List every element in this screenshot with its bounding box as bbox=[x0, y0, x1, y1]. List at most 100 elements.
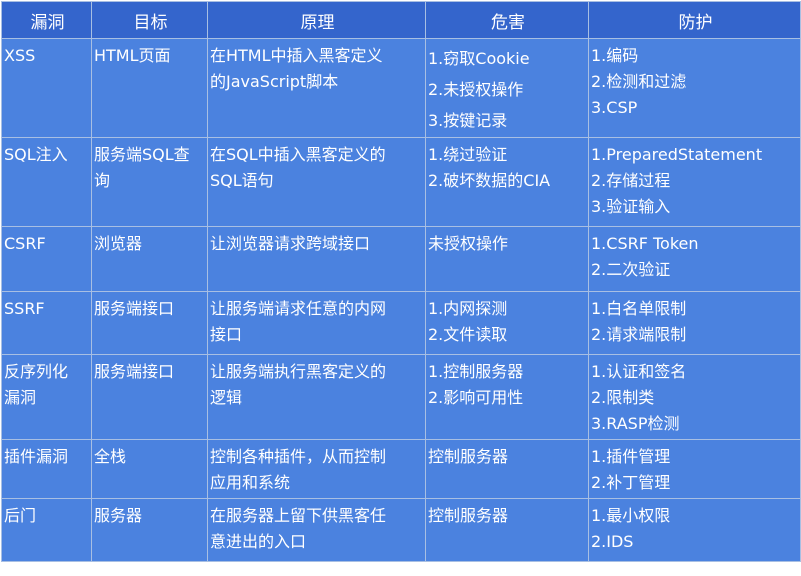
cell-principle: 在SQL中插入黑客定义的 SQL语句 bbox=[207, 137, 426, 227]
cell-line: 让服务端执行黑客定义的 bbox=[210, 362, 387, 381]
cell-target: HTML页面 bbox=[91, 38, 208, 138]
cell-line: XSS bbox=[4, 46, 36, 65]
cell-line: 2.未授权操作 bbox=[428, 80, 524, 99]
cell-line: 插件漏洞 bbox=[4, 447, 69, 466]
table-row: 反序列化 漏洞 服务端接口 让服务端执行黑客定义的 逻辑 1.控制服务器 2.影… bbox=[1, 354, 801, 440]
cell-principle: 在HTML中插入黑客定义 的JavaScript脚本 bbox=[207, 38, 426, 138]
cell-vuln: 后门 bbox=[1, 498, 92, 562]
cell-defense: 1.CSRF Token 2.二次验证 bbox=[588, 226, 801, 292]
cell-principle: 控制各种插件，从而控制 应用和系统 bbox=[207, 439, 426, 499]
cell-line: 服务器 bbox=[94, 506, 143, 525]
cell-harm: 控制服务器 bbox=[425, 439, 589, 499]
cell-line: 1.最小权限 bbox=[591, 506, 671, 525]
cell-target: 服务器 bbox=[91, 498, 208, 562]
cell-line: 2.文件读取 bbox=[428, 325, 508, 344]
cell-line: 逻辑 bbox=[210, 388, 243, 407]
cell-principle: 让浏览器请求跨域接口 bbox=[207, 226, 426, 292]
cell-line: 在服务器上留下供黑客任 bbox=[210, 506, 387, 525]
cell-line: 服务端SQL查 bbox=[94, 145, 190, 164]
vulnerability-table: 漏洞 目标 原理 危害 防护 XSS HTML页面 在HTML中插入黑客定义 的… bbox=[1, 1, 801, 562]
cell-defense: 1.最小权限 2.IDS bbox=[588, 498, 801, 562]
header-harm: 危害 bbox=[425, 1, 589, 39]
cell-line: 询 bbox=[94, 171, 111, 190]
cell-line: 1.编码 bbox=[591, 46, 639, 65]
cell-line: 2.限制类 bbox=[591, 388, 655, 407]
cell-defense: 1.认证和签名 2.限制类 3.RASP检测 bbox=[588, 354, 801, 440]
cell-line: 1.内网探测 bbox=[428, 299, 508, 318]
cell-line: CSRF bbox=[4, 234, 46, 253]
cell-line: 2.影响可用性 bbox=[428, 388, 524, 407]
cell-target: 服务端接口 bbox=[91, 291, 208, 355]
cell-line: SSRF bbox=[4, 299, 45, 318]
cell-line: 1.白名单限制 bbox=[591, 299, 687, 318]
header-principle: 原理 bbox=[207, 1, 426, 39]
page: 漏洞 目标 原理 危害 防护 XSS HTML页面 在HTML中插入黑客定义 的… bbox=[0, 0, 801, 576]
cell-line: 2.存储过程 bbox=[591, 171, 671, 190]
cell-harm: 1.内网探测 2.文件读取 bbox=[425, 291, 589, 355]
cell-line: 3.RASP检测 bbox=[591, 414, 680, 433]
cell-line: 控制各种插件，从而控制 bbox=[210, 447, 387, 466]
cell-line: 的JavaScript脚本 bbox=[210, 72, 339, 91]
header-defense: 防护 bbox=[588, 1, 801, 39]
table-row: 后门 服务器 在服务器上留下供黑客任 意进出的入口 控制服务器 1.最小权限 2… bbox=[1, 498, 801, 562]
cell-line: 1.认证和签名 bbox=[591, 362, 687, 381]
cell-harm: 未授权操作 bbox=[425, 226, 589, 292]
cell-line: 在HTML中插入黑客定义 bbox=[210, 46, 383, 65]
cell-target: 服务端接口 bbox=[91, 354, 208, 440]
cell-defense: 1.PreparedStatement 2.存储过程 3.验证输入 bbox=[588, 137, 801, 227]
cell-line: 控制服务器 bbox=[428, 447, 509, 466]
cell-line: 1.窃取Cookie bbox=[428, 49, 530, 68]
cell-line: 3.CSP bbox=[591, 98, 638, 117]
header-vuln: 漏洞 bbox=[1, 1, 92, 39]
cell-principle: 让服务端执行黑客定义的 逻辑 bbox=[207, 354, 426, 440]
cell-line: 2.请求端限制 bbox=[591, 325, 687, 344]
cell-defense: 1.编码 2.检测和过滤 3.CSP bbox=[588, 38, 801, 138]
cell-harm: 1.控制服务器 2.影响可用性 bbox=[425, 354, 589, 440]
cell-line: 后门 bbox=[4, 506, 37, 525]
table-row: 插件漏洞 全栈 控制各种插件，从而控制 应用和系统 控制服务器 1.插件管理 2… bbox=[1, 439, 801, 499]
cell-line: 接口 bbox=[210, 325, 243, 344]
cell-line: HTML页面 bbox=[94, 46, 171, 65]
cell-line: 1.CSRF Token bbox=[591, 234, 699, 253]
cell-vuln: CSRF bbox=[1, 226, 92, 292]
cell-line: 服务端接口 bbox=[94, 299, 175, 318]
cell-line: 让服务端请求任意的内网 bbox=[210, 299, 387, 318]
cell-line: 3.按键记录 bbox=[428, 111, 508, 130]
table-row: XSS HTML页面 在HTML中插入黑客定义 的JavaScript脚本 1.… bbox=[1, 38, 801, 138]
cell-vuln: SSRF bbox=[1, 291, 92, 355]
cell-line: 3.验证输入 bbox=[591, 197, 671, 216]
table-row: SSRF 服务端接口 让服务端请求任意的内网 接口 1.内网探测 2.文件读取 … bbox=[1, 291, 801, 355]
cell-line: 浏览器 bbox=[94, 234, 143, 253]
cell-line: 让浏览器请求跨域接口 bbox=[210, 234, 371, 253]
table-row: CSRF 浏览器 让浏览器请求跨域接口 未授权操作 1.CSRF Token 2… bbox=[1, 226, 801, 292]
cell-line: 控制服务器 bbox=[428, 506, 509, 525]
cell-line: SQL语句 bbox=[210, 171, 274, 190]
cell-line: 意进出的入口 bbox=[210, 532, 307, 551]
cell-line: 2.IDS bbox=[591, 532, 634, 551]
cell-defense: 1.白名单限制 2.请求端限制 bbox=[588, 291, 801, 355]
cell-vuln: SQL注入 bbox=[1, 137, 92, 227]
cell-line: 反序列化 bbox=[4, 362, 69, 381]
cell-target: 服务端SQL查 询 bbox=[91, 137, 208, 227]
cell-line: 1.绕过验证 bbox=[428, 145, 508, 164]
cell-line: 1.控制服务器 bbox=[428, 362, 524, 381]
cell-harm: 控制服务器 bbox=[425, 498, 589, 562]
cell-line: 服务端接口 bbox=[94, 362, 175, 381]
table-row: SQL注入 服务端SQL查 询 在SQL中插入黑客定义的 SQL语句 1.绕过验… bbox=[1, 137, 801, 227]
cell-defense: 1.插件管理 2.补丁管理 bbox=[588, 439, 801, 499]
cell-vuln: XSS bbox=[1, 38, 92, 138]
cell-line: 2.二次验证 bbox=[591, 260, 671, 279]
cell-vuln: 插件漏洞 bbox=[1, 439, 92, 499]
cell-line: 全栈 bbox=[94, 447, 127, 466]
cell-target: 浏览器 bbox=[91, 226, 208, 292]
cell-target: 全栈 bbox=[91, 439, 208, 499]
cell-harm: 1.绕过验证 2.破坏数据的CIA bbox=[425, 137, 589, 227]
cell-line: 2.检测和过滤 bbox=[591, 72, 687, 91]
cell-line: 1.PreparedStatement bbox=[591, 145, 763, 164]
cell-line: 在SQL中插入黑客定义的 bbox=[210, 145, 386, 164]
cell-line: 未授权操作 bbox=[428, 234, 509, 253]
cell-line: 2.补丁管理 bbox=[591, 473, 671, 492]
cell-principle: 在服务器上留下供黑客任 意进出的入口 bbox=[207, 498, 426, 562]
cell-vuln: 反序列化 漏洞 bbox=[1, 354, 92, 440]
cell-harm: 1.窃取Cookie 2.未授权操作 3.按键记录 bbox=[425, 38, 589, 138]
